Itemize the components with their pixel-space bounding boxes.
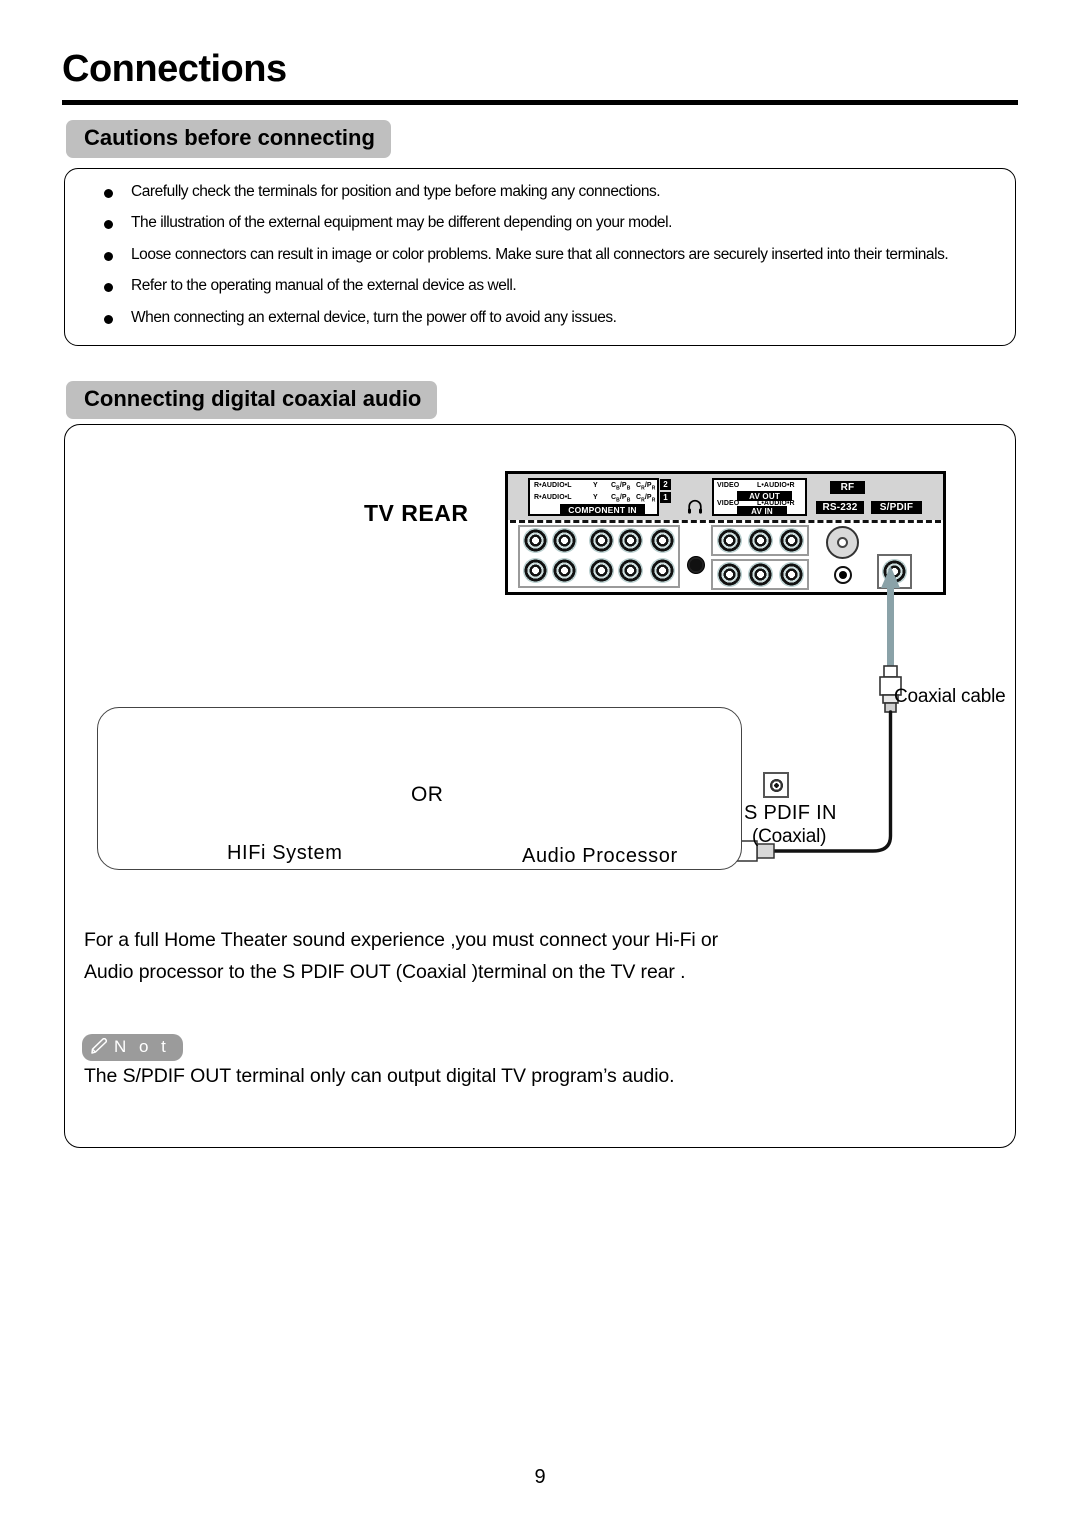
note-text: The S/PDIF OUT terminal only can output … bbox=[84, 1065, 675, 1087]
list-item-text: Loose connectors can result in image or … bbox=[131, 245, 949, 263]
title-divider bbox=[62, 100, 1018, 105]
body-paragraph: For a full Home Theater sound experience… bbox=[84, 929, 719, 983]
list-item: Refer to the operating manual of the ext… bbox=[83, 275, 1003, 297]
list-item-text: The illustration of the external equipme… bbox=[131, 214, 672, 232]
coaxial-cable-label: Coaxial cable bbox=[894, 686, 1006, 707]
spdif-arrow-icon bbox=[881, 566, 900, 644]
pencil-icon bbox=[91, 1038, 108, 1054]
or-label: OR bbox=[411, 783, 444, 806]
page-number: 9 bbox=[534, 1466, 546, 1488]
audio-processor-label: Audio Processor bbox=[522, 845, 678, 867]
list-item-text: Carefully check the terminals for positi… bbox=[131, 183, 661, 200]
list-item: The illustration of the external equipme… bbox=[83, 212, 1003, 234]
list-item-text: Refer to the operating manual of the ext… bbox=[131, 277, 517, 295]
note-badge-label: N o t bbox=[114, 1037, 170, 1056]
list-item-text: When connecting an external device, turn… bbox=[131, 308, 617, 326]
hifi-system-label: HIFi System bbox=[227, 842, 343, 864]
bullet-icon bbox=[104, 314, 113, 324]
bullet-icon bbox=[104, 220, 113, 230]
cautions-list: Carefully check the terminals for positi… bbox=[83, 181, 1003, 338]
list-item: Loose connectors can result in image or … bbox=[83, 244, 1003, 266]
bullet-icon bbox=[104, 251, 113, 261]
bullet-icon bbox=[104, 283, 113, 293]
section-heading-cautions: Cautions before connecting bbox=[66, 120, 391, 158]
spdif-in-label: S PDIF IN bbox=[744, 802, 837, 824]
list-item: Carefully check the terminals for positi… bbox=[83, 181, 1003, 203]
manual-page: Connections Cautions before connecting C… bbox=[0, 0, 1080, 1527]
section-heading-coaxial: Connecting digital coaxial audio bbox=[66, 381, 438, 419]
note-badge: N o t bbox=[82, 1034, 183, 1061]
page-title: Connections bbox=[62, 48, 287, 90]
cautions-box: Carefully check the terminals for positi… bbox=[64, 168, 1016, 346]
list-item: When connecting an external device, turn… bbox=[83, 307, 1003, 329]
bullet-icon bbox=[104, 189, 113, 198]
spdif-in-socket[interactable] bbox=[763, 772, 789, 798]
spdif-in-coaxial-label: (Coaxial) bbox=[752, 826, 827, 847]
tv-rear-label: TV REAR bbox=[364, 500, 469, 526]
